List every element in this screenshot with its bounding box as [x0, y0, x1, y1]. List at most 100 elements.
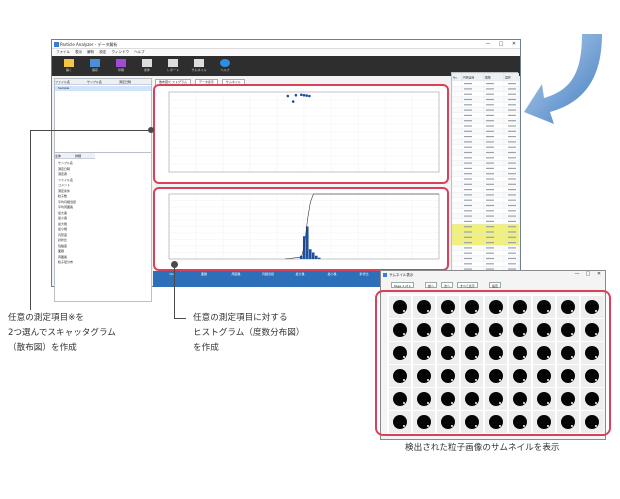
toolbar-button-thumbnail[interactable]: サムネイル	[190, 58, 208, 74]
table-cell-value	[508, 130, 516, 132]
column-header-file[interactable]: ファイル名	[55, 79, 87, 85]
table-cell-value	[464, 204, 472, 207]
tab-summary[interactable]: 全体	[55, 153, 75, 159]
file-list-row[interactable]: Sample	[55, 86, 151, 91]
property-row: 針状比	[58, 238, 68, 242]
table-cell-value	[486, 215, 494, 217]
hist-leader-line-vertical	[174, 264, 175, 318]
menu-settings[interactable]: 設定	[99, 50, 106, 54]
table-cell-value	[486, 157, 494, 159]
toolbar-button-label: レポート	[166, 68, 179, 72]
thumb-close-button[interactable]: ✕	[593, 271, 605, 278]
table-cell-value	[508, 189, 516, 191]
table-cell-value	[508, 93, 516, 95]
hist-leader-line-horizontal	[174, 318, 186, 319]
next-page-button[interactable]: 次へ	[441, 282, 454, 288]
menu-help[interactable]: ヘルプ	[134, 50, 145, 54]
table-cell-value	[508, 204, 516, 207]
results-column-header[interactable]: 円相当径	[253, 272, 283, 276]
scatter-point	[302, 93, 306, 97]
toolbar-button-print[interactable]: 印刷	[112, 58, 130, 74]
table-cell-value	[464, 146, 472, 148]
table-cell-value	[464, 151, 472, 154]
histogram-panel	[153, 187, 449, 271]
table-cell-value	[464, 157, 472, 159]
property-row: 最大長	[58, 210, 68, 215]
table-cell-value	[464, 173, 472, 175]
table-cell-value	[464, 247, 472, 249]
table-cell-value	[508, 167, 516, 169]
toolbar-button-label: 開く	[65, 68, 72, 72]
table-cell-value	[508, 252, 516, 254]
property-row: コメント	[58, 183, 71, 187]
results-column-header[interactable]: 面積	[189, 272, 219, 276]
table-cell-value	[486, 141, 494, 143]
table-cell-value	[486, 130, 494, 132]
table-cell-value	[508, 220, 516, 222]
scatter-leader-line-vertical	[30, 130, 31, 310]
folder-icon	[64, 59, 74, 67]
table-cell-value	[486, 136, 494, 138]
toolbar-button-folder[interactable]: 開く	[60, 58, 78, 74]
table-header-label: No.	[453, 76, 458, 80]
close-button[interactable]: ✕	[508, 41, 520, 48]
toolbar-button-help[interactable]: ヘルプ	[216, 58, 234, 74]
toolbar-button-report[interactable]: レポート	[164, 58, 182, 74]
table-cell-value	[486, 247, 494, 249]
table-cell-value	[464, 231, 472, 233]
table-cell-value	[508, 226, 516, 228]
column-header-date[interactable]: 測定日時	[119, 79, 151, 85]
table-cell-value	[464, 210, 472, 212]
tab-detail[interactable]: 詳細	[75, 153, 95, 159]
results-column-header[interactable]: 最大長	[285, 272, 315, 276]
table-cell-value	[464, 162, 472, 164]
table-cell-value	[464, 104, 472, 106]
page-selector[interactable]: Page 1 of 1	[391, 282, 414, 288]
settings-button[interactable]: 設定	[489, 282, 502, 288]
toolbar-button-save[interactable]: 保存	[86, 58, 104, 74]
minimize-button[interactable]: —	[482, 41, 494, 48]
scatter-leader-line-horizontal	[30, 130, 152, 131]
table-cell-value	[464, 98, 472, 101]
toolbar-button-settings[interactable]: 条件	[138, 58, 156, 74]
property-row: ファイル名	[58, 177, 74, 182]
scatter-caption-line3: （散布図）を作成	[8, 343, 77, 353]
results-column-header[interactable]: 針状比	[349, 272, 379, 276]
table-cell-value	[464, 252, 472, 254]
menu-file[interactable]: ファイル	[56, 50, 70, 54]
table-cell-value	[486, 173, 494, 175]
prev-page-button[interactable]: 前へ	[425, 282, 438, 288]
app-icon	[54, 42, 59, 47]
table-cell-value	[486, 120, 494, 122]
properties-panel: 全体 詳細 サンプル名 測定日時 測定者 ファイル名 コメント 測定条件 粒子数 平均円相当径…	[54, 152, 152, 302]
table-cell-value	[508, 125, 516, 127]
table-cell-value	[508, 247, 516, 249]
histogram-caption-line1: 任意の測定項目に対する	[193, 313, 288, 323]
scatter-caption-line2: 2つ選んでスキャッタグラム	[8, 328, 116, 338]
show-all-select[interactable]: すべて表示	[457, 282, 478, 288]
table-cell-value	[486, 226, 494, 228]
table-cell-value	[508, 141, 516, 143]
table-cell-value	[464, 93, 472, 95]
results-column-header[interactable]: 周囲長	[221, 272, 251, 276]
table-cell-value	[508, 104, 516, 106]
results-column-header[interactable]: 最小長	[317, 272, 347, 276]
scatter-plot[interactable]	[155, 86, 447, 182]
menu-window[interactable]: ウィンドウ	[112, 50, 130, 54]
menu-view[interactable]: 表示	[75, 50, 82, 54]
thumbnail-highlight-frame	[375, 290, 611, 436]
print-icon	[116, 59, 126, 67]
table-cell-value	[464, 130, 472, 132]
table-cell-value	[508, 114, 516, 116]
property-row: 測定日時	[58, 166, 71, 171]
maximize-button[interactable]: □	[495, 41, 507, 48]
table-cell-value	[508, 120, 516, 122]
results-column-header[interactable]: No.	[157, 272, 187, 276]
histogram-chart[interactable]	[155, 189, 447, 269]
scatter-point	[308, 94, 311, 98]
menu-analysis[interactable]: 解析	[87, 50, 94, 54]
table-cell-value	[486, 114, 494, 116]
table-cell-value	[464, 136, 472, 138]
column-header-sample[interactable]: サンプル名	[87, 79, 119, 85]
table-cell-value	[464, 220, 472, 222]
